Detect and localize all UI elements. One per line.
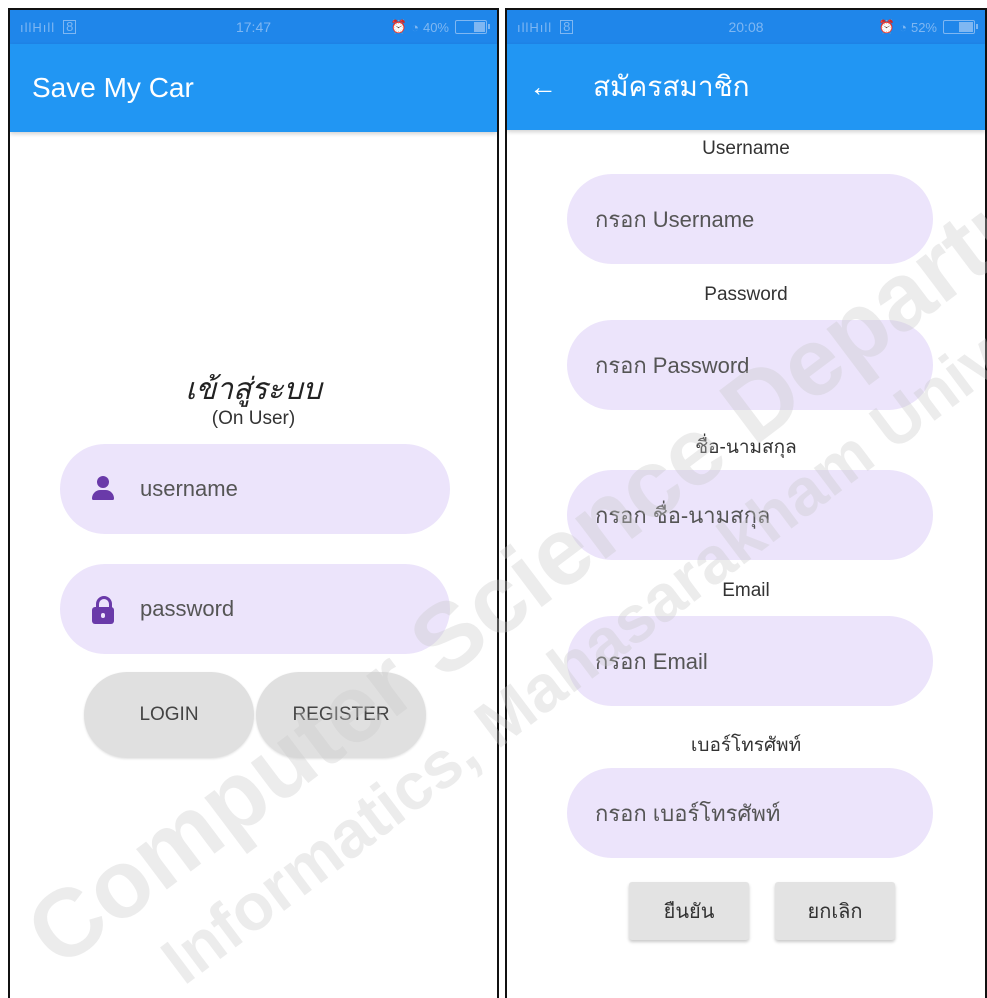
battery-percent: 40%: [422, 19, 449, 35]
alarm-icon: ⏰: [390, 19, 408, 34]
register-screen: ıllHıll 8 20:08 ⏰ ◔ 52% ← สมัครสมาชิก Us…: [505, 8, 987, 998]
phone-field[interactable]: กรอก เบอร์โทรศัพท์: [567, 768, 933, 858]
status-time: 20:08: [728, 19, 764, 35]
login-screen: ıllHıll 8 17:47 ⏰ ◔ 40% Save My Car เข้า…: [8, 8, 499, 998]
login-subheading: (On User): [211, 408, 296, 429]
sim-icon: 8: [63, 20, 77, 34]
phone-field-placeholder: กรอก เบอร์โทรศัพท์: [595, 800, 781, 826]
lock-icon: [92, 596, 114, 624]
email-field-placeholder: กรอก Email: [595, 648, 708, 674]
back-arrow-icon[interactable]: ←: [529, 71, 593, 103]
signal-icon: ıllHıll: [517, 19, 553, 35]
username-field-placeholder: กรอก Username: [595, 206, 755, 232]
battery-percent: 52%: [910, 19, 937, 35]
wifi-icon: ◔: [411, 19, 419, 35]
battery-icon: [455, 20, 490, 34]
app-title: Save My Car: [32, 72, 194, 103]
cancel-button[interactable]: ยกเลิก: [775, 882, 895, 940]
confirm-button[interactable]: ยืนยัน: [629, 882, 749, 940]
login-button[interactable]: LOGIN: [84, 672, 254, 758]
username-input[interactable]: username: [60, 444, 450, 534]
app-bar: Save My Car: [10, 44, 497, 132]
battery-icon: [943, 20, 978, 34]
password-field[interactable]: กรอก Password: [567, 320, 933, 410]
sim-icon: 8: [560, 20, 574, 34]
alarm-icon: ⏰: [878, 19, 896, 34]
phone-label: เบอร์โทรศัพท์: [690, 735, 802, 756]
password-placeholder: password: [140, 596, 235, 621]
status-time: 17:47: [235, 19, 272, 35]
status-bar: ıllHıll 8 17:47 ⏰ ◔ 40%: [10, 10, 497, 44]
status-bar: ıllHıll 8 20:08 ⏰ ◔ 52%: [507, 10, 985, 44]
username-placeholder: username: [140, 476, 238, 501]
username-field[interactable]: กรอก Username: [567, 174, 933, 264]
password-input[interactable]: password: [60, 564, 450, 654]
email-label: Email: [722, 580, 770, 601]
app-bar: ← สมัครสมาชิก: [507, 44, 985, 130]
register-button[interactable]: REGISTER: [256, 672, 426, 758]
login-heading: เข้าสู่ระบบ: [185, 373, 322, 406]
app-title: สมัครสมาชิก: [593, 71, 750, 102]
wifi-icon: ◔: [899, 19, 907, 35]
password-label: Password: [704, 284, 788, 305]
password-field-placeholder: กรอก Password: [595, 352, 750, 378]
username-label: Username: [702, 138, 790, 159]
person-icon: [92, 476, 114, 502]
fullname-label: ชื่อ-นามสกุล: [695, 437, 797, 458]
email-field[interactable]: กรอก Email: [567, 616, 933, 706]
signal-icon: ıllHıll: [20, 19, 56, 35]
fullname-field[interactable]: กรอก ชื่อ-นามสกุล: [567, 470, 933, 560]
fullname-field-placeholder: กรอก ชื่อ-นามสกุล: [595, 502, 771, 528]
